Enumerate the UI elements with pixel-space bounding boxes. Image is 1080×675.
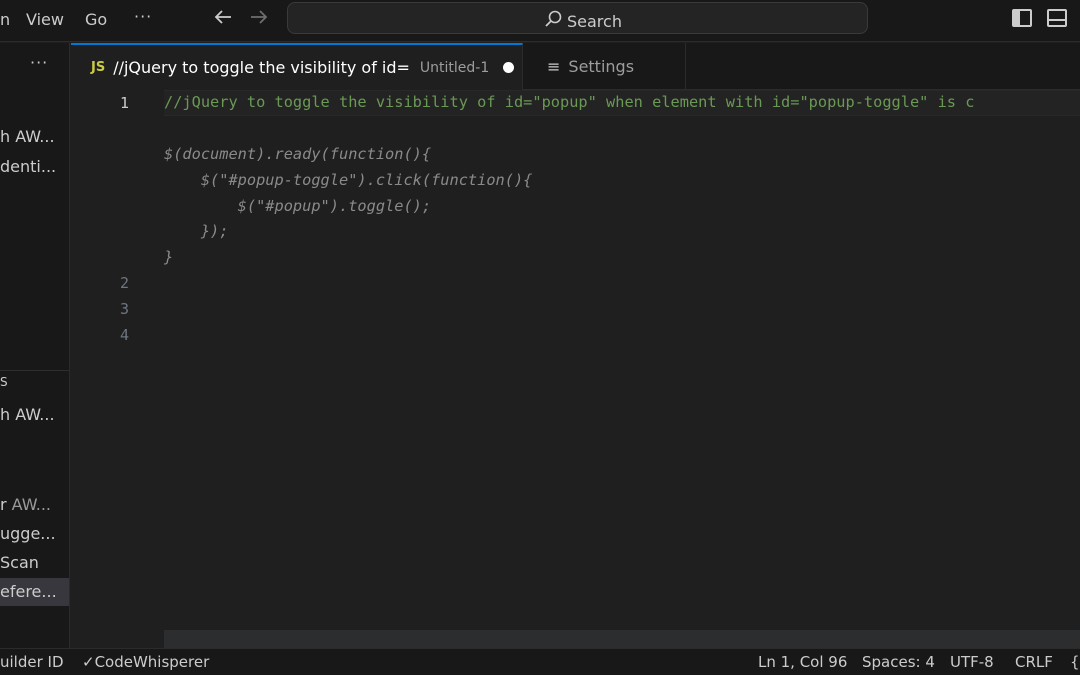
inline-suggestion-line: }); — [164, 222, 229, 240]
sidebar-item-selected[interactable]: efere... — [0, 578, 69, 606]
sidebar-item[interactable]: h AW... — [0, 401, 69, 429]
inline-suggestion-line: $("#popup").toggle(); — [164, 197, 432, 215]
code-editor[interactable]: 1 2 3 4 //jQuery to toggle the visibilit… — [71, 90, 1080, 648]
line-number: 3 — [119, 300, 129, 318]
status-cursor-position[interactable]: Ln 1, Col 96 — [758, 653, 847, 671]
code-comment-line: //jQuery to toggle the visibility of id=… — [164, 93, 975, 111]
menu-run[interactable]: n — [0, 10, 10, 29]
sidebar-item[interactable]: r AW... — [0, 491, 69, 519]
tab-title: //jQuery to toggle the visibility of id= — [113, 58, 410, 77]
javascript-file-icon: JS — [91, 60, 106, 75]
tab-title: Settings — [568, 57, 635, 76]
inline-suggestion-line: $("#popup-toggle").click(function(){ — [164, 171, 533, 189]
sidebar: ··· h AW... denti... S h AW... r AW... u… — [0, 43, 70, 648]
arrow-right-icon[interactable] — [248, 6, 270, 34]
toggle-panel-icon[interactable] — [1047, 9, 1067, 27]
status-encoding[interactable]: UTF-8 — [950, 653, 994, 671]
menu-view[interactable]: View — [26, 10, 64, 29]
status-bar: uilder ID ✓CodeWhisperer Ln 1, Col 96 Sp… — [0, 648, 1080, 675]
status-line-ending[interactable]: CRLF — [1015, 653, 1053, 671]
editor-tab-bar: JS //jQuery to toggle the visibility of … — [71, 43, 1080, 90]
search-label: Search — [567, 11, 622, 31]
sidebar-more-button[interactable]: ··· — [30, 53, 48, 72]
menu-more-button[interactable]: ··· — [134, 7, 152, 26]
sidebar-item[interactable]: h AW... — [0, 123, 69, 151]
status-builder-id[interactable]: uilder ID — [0, 653, 64, 671]
sidebar-item[interactable]: Scan — [0, 549, 69, 577]
status-language-mode[interactable]: { — [1070, 653, 1080, 671]
unsaved-dot-icon[interactable] — [503, 62, 515, 73]
settings-list-icon: ≡ — [547, 57, 561, 76]
search-icon — [543, 9, 563, 33]
line-number: 2 — [119, 274, 129, 292]
line-number: 4 — [119, 326, 129, 344]
inline-suggestion-line: } — [164, 248, 174, 266]
sidebar-item[interactable]: denti... — [0, 153, 69, 181]
tab-untitled-1[interactable]: JS //jQuery to toggle the visibility of … — [71, 43, 523, 90]
toggle-primary-sidebar-icon[interactable] — [1012, 9, 1032, 27]
status-codewhisperer[interactable]: ✓CodeWhisperer — [82, 653, 209, 671]
status-indentation[interactable]: Spaces: 4 — [862, 653, 935, 671]
horizontal-scrollbar[interactable] — [164, 630, 1080, 648]
menu-go[interactable]: Go — [85, 10, 107, 29]
tab-settings[interactable]: ≡ Settings — [523, 43, 686, 90]
tab-description: Untitled-1 — [419, 59, 490, 76]
line-number: 1 — [119, 94, 129, 112]
sidebar-section-header[interactable]: S — [0, 371, 69, 399]
inline-suggestion-line: $(document).ready(function(){ — [164, 145, 432, 163]
title-bar: n View Go ··· Search — [0, 0, 1080, 42]
sidebar-item[interactable]: ugge... — [0, 520, 69, 548]
arrow-left-icon[interactable] — [212, 6, 234, 34]
command-center-search[interactable]: Search — [287, 2, 868, 34]
